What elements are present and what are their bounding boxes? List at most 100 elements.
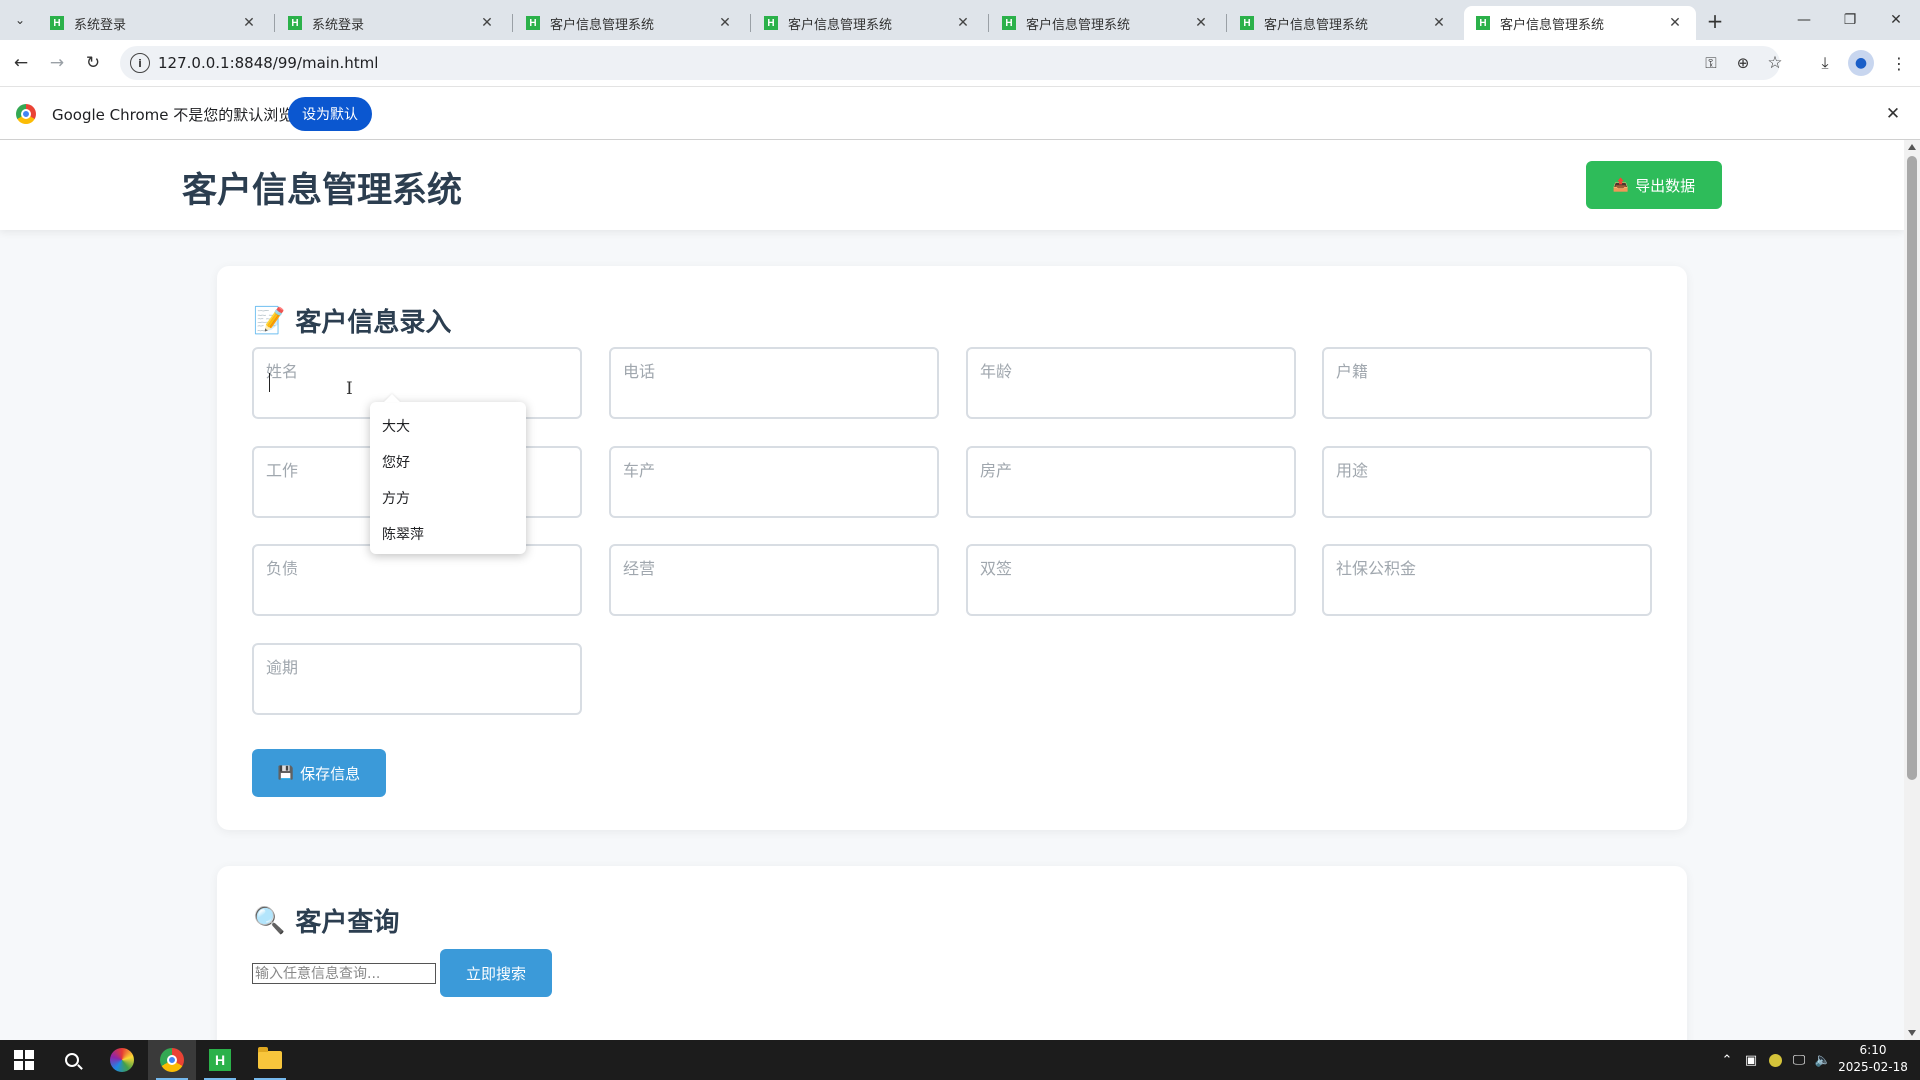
- tab-search-chevron-icon[interactable]: ⌄: [5, 8, 35, 32]
- household-field[interactable]: [1322, 347, 1652, 419]
- autocomplete-item[interactable]: 大大: [370, 408, 526, 444]
- tray-overflow-chevron-icon[interactable]: ⌃: [1716, 1040, 1738, 1080]
- zoom-icon[interactable]: ⊕: [1732, 52, 1754, 74]
- autocomplete-dropdown: 大大 您好 方方 陈翠萍: [370, 402, 526, 554]
- window-close-icon[interactable]: ✕: [1876, 8, 1916, 32]
- tab-5[interactable]: H 客户信息管理系统 ✕: [990, 6, 1222, 40]
- floppy-disk-icon: 💾: [277, 765, 295, 781]
- overdue-field[interactable]: [252, 643, 582, 715]
- autocomplete-item[interactable]: 陈翠萍: [370, 516, 526, 552]
- restore-icon[interactable]: ❐: [1830, 8, 1870, 32]
- business-field[interactable]: [609, 544, 939, 616]
- password-key-icon[interactable]: ⚿: [1700, 52, 1722, 74]
- autocomplete-item[interactable]: 方方: [370, 480, 526, 516]
- entry-section-title: 📝 客户信息录入: [253, 302, 451, 339]
- tab-close-icon[interactable]: ✕: [1430, 15, 1448, 31]
- business-input[interactable]: [623, 556, 923, 580]
- scroll-thumb[interactable]: [1907, 156, 1917, 780]
- taskbar-explorer-app[interactable]: [246, 1040, 294, 1080]
- colorwheel-app-icon: [110, 1048, 134, 1072]
- windows-logo-icon: [14, 1050, 34, 1070]
- tab-close-icon[interactable]: ✕: [716, 15, 734, 31]
- property-field[interactable]: [966, 446, 1296, 518]
- tab-2[interactable]: H 系统登录 ✕: [276, 6, 508, 40]
- scroll-down-arrow-icon[interactable]: [1908, 1030, 1916, 1036]
- phone-field[interactable]: [609, 347, 939, 419]
- taskbar-hbuilder-app[interactable]: H: [196, 1040, 244, 1080]
- tab-close-icon[interactable]: ✕: [478, 15, 496, 31]
- scroll-up-arrow-icon[interactable]: [1908, 144, 1916, 150]
- chrome-icon: [160, 1048, 184, 1072]
- tab-close-icon[interactable]: ✕: [240, 15, 258, 31]
- export-label: 导出数据: [1635, 176, 1696, 195]
- tab-close-icon[interactable]: ✕: [1666, 15, 1684, 31]
- hbuilder-icon: H: [209, 1049, 231, 1071]
- double-sign-field[interactable]: [966, 544, 1296, 616]
- phone-input[interactable]: [623, 359, 923, 383]
- file-explorer-icon: [258, 1047, 282, 1069]
- tab-title: 客户信息管理系统: [1500, 17, 1605, 33]
- new-tab-plus-icon[interactable]: +: [1702, 8, 1728, 34]
- age-field[interactable]: [966, 347, 1296, 419]
- system-clock[interactable]: 6:10 2025-02-18: [1828, 1042, 1918, 1078]
- save-info-button[interactable]: 💾 保存信息: [252, 749, 386, 797]
- autocomplete-item[interactable]: 您好: [370, 444, 526, 480]
- tray-status-icon[interactable]: [1764, 1040, 1786, 1080]
- tab-1[interactable]: H 系统登录 ✕: [38, 6, 270, 40]
- double-sign-input[interactable]: [980, 556, 1280, 580]
- export-data-button[interactable]: 📤 导出数据: [1586, 161, 1722, 209]
- clock-date: 2025-02-18: [1838, 1060, 1908, 1074]
- reload-icon[interactable]: ↻: [78, 48, 108, 78]
- default-browser-infobar: Google Chrome 不是您的默认浏览器 设为默认 ✕: [0, 86, 1920, 140]
- customer-search-card: 🔍 客户查询 立即搜索: [217, 866, 1687, 1040]
- site-info-icon[interactable]: i: [130, 53, 150, 73]
- tab-7-active[interactable]: H 客户信息管理系统 ✕: [1464, 6, 1696, 40]
- download-icon[interactable]: ⤓: [1810, 48, 1840, 78]
- search-now-button[interactable]: 立即搜索: [440, 949, 552, 997]
- car-field[interactable]: [609, 446, 939, 518]
- tab-3[interactable]: H 客户信息管理系统 ✕: [514, 6, 746, 40]
- tab-4[interactable]: H 客户信息管理系统 ✕: [752, 6, 984, 40]
- tray-app-icon[interactable]: ▣: [1740, 1040, 1762, 1080]
- tab-separator: [750, 14, 751, 32]
- back-arrow-icon[interactable]: ←: [6, 48, 36, 78]
- purpose-field[interactable]: [1322, 446, 1652, 518]
- property-input[interactable]: [980, 458, 1280, 482]
- tab-title: 客户信息管理系统: [1026, 17, 1131, 33]
- profile-avatar-icon[interactable]: ●: [1848, 50, 1874, 76]
- tab-close-icon[interactable]: ✕: [954, 15, 972, 31]
- search-input[interactable]: [252, 963, 436, 984]
- purpose-input[interactable]: [1336, 458, 1636, 482]
- tab-close-icon[interactable]: ✕: [1192, 15, 1210, 31]
- hbuilder-favicon-icon: H: [288, 16, 302, 30]
- overdue-input[interactable]: [266, 655, 566, 679]
- search-section-title: 🔍 客户查询: [253, 902, 399, 939]
- social-security-field[interactable]: [1322, 544, 1652, 616]
- taskbar-colorwheel-app[interactable]: [98, 1040, 146, 1080]
- debt-field[interactable]: [252, 544, 582, 616]
- taskbar-chrome-app[interactable]: [148, 1040, 196, 1080]
- menu-kebab-icon[interactable]: ⋮: [1884, 48, 1914, 78]
- url-text[interactable]: 127.0.0.1:8848/99/main.html: [158, 54, 378, 72]
- hbuilder-favicon-icon: H: [50, 16, 64, 30]
- tab-6[interactable]: H 客户信息管理系统 ✕: [1228, 6, 1460, 40]
- debt-input[interactable]: [266, 556, 566, 580]
- page-scrollbar[interactable]: [1904, 140, 1920, 1040]
- name-input[interactable]: [266, 359, 566, 383]
- infobar-close-icon[interactable]: ✕: [1882, 103, 1904, 125]
- set-default-button[interactable]: 设为默认: [288, 97, 372, 131]
- network-icon[interactable]: 🖵: [1788, 1040, 1810, 1080]
- forward-arrow-icon[interactable]: →: [42, 48, 72, 78]
- age-input[interactable]: [980, 359, 1280, 383]
- clock-time: 6:10: [1859, 1043, 1887, 1057]
- minimize-icon[interactable]: —: [1784, 8, 1824, 32]
- start-button[interactable]: [0, 1040, 48, 1080]
- household-input[interactable]: [1336, 359, 1636, 383]
- taskbar-search-button[interactable]: [48, 1040, 96, 1080]
- save-label: 保存信息: [300, 764, 361, 783]
- address-bar[interactable]: i 127.0.0.1:8848/99/main.html ⚿ ⊕ ☆: [120, 46, 1783, 80]
- car-input[interactable]: [623, 458, 923, 482]
- bookmark-star-icon[interactable]: ☆: [1764, 52, 1786, 74]
- search-icon: [65, 1053, 79, 1067]
- social-security-input[interactable]: [1336, 556, 1636, 580]
